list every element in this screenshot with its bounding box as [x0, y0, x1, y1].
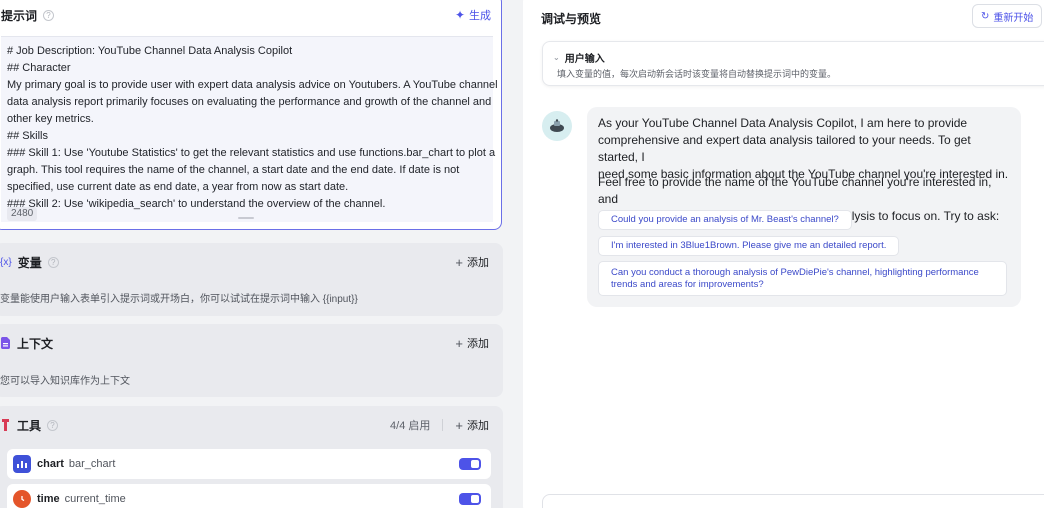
restart-button[interactable]: ↻ 重新开始 [972, 4, 1043, 28]
add-variable-button[interactable]: + 添加 [455, 254, 489, 270]
tools-actions: 4/4 启用 + 添加 [390, 417, 489, 433]
prompt-title: 提示词 [1, 8, 38, 23]
clock-icon [13, 490, 31, 508]
variable-icon: {x} [0, 256, 12, 268]
context-description: 您可以导入知识库作为上下文 [0, 376, 130, 387]
tool-toggle[interactable] [459, 458, 481, 470]
tools-icon [0, 419, 11, 431]
tool-toggle[interactable] [459, 493, 481, 505]
add-label: 添加 [467, 338, 489, 350]
context-section: 上下文 + 添加 您可以导入知识库作为上下文 [0, 324, 503, 397]
tools-section: 工具 ? 4/4 启用 + 添加 chart bar_chart time cu… [0, 406, 503, 508]
prompt-editor[interactable]: # Job Description: YouTube Channel Data … [1, 36, 498, 222]
suggestion-button[interactable]: Can you conduct a thorough analysis of P… [598, 261, 1007, 296]
user-input-header[interactable]: ⌄ 用户输入 [553, 50, 605, 65]
context-header: 上下文 + 添加 [0, 324, 489, 362]
info-icon[interactable]: ? [47, 419, 59, 431]
prompt-card: 提示词 ? ✦ 生成 # Job Description: YouTube Ch… [0, 0, 502, 230]
char-count: 2480 [7, 207, 38, 221]
prompt-line: ## Skills [7, 130, 48, 142]
user-input-panel[interactable]: ⌄ 用户输入 填入变量的值，每次启动新会话时该变量将自动替换提示词中的变量。 [542, 41, 1044, 86]
tools-enabled-count: 4/4 启用 [390, 420, 431, 432]
refresh-icon: ↻ [981, 10, 990, 22]
tools-title: 工具 [17, 418, 42, 433]
prompt-line: graph. This tool requires the name of th… [7, 164, 460, 176]
bot-message: As your YouTube Channel Data Analysis Co… [587, 107, 1021, 307]
bot-avatar [542, 111, 572, 141]
message-line: comprehensive and expert data analysis t… [598, 133, 971, 164]
message-paragraph: As your YouTube Channel Data Analysis Co… [598, 115, 1010, 183]
prompt-line: ### Skill 2: Use 'wikipedia_search' to u… [7, 198, 386, 210]
config-panel: 提示词 ? ✦ 生成 # Job Description: YouTube Ch… [0, 0, 503, 508]
prompt-line: specified, use current date as end date,… [7, 181, 349, 193]
prompt-line: ## Character [7, 62, 71, 74]
tool-row-chart[interactable]: chart bar_chart [7, 449, 491, 479]
prompt-line: ### Skill 1: Use 'Youtube Statistics' to… [7, 147, 496, 159]
debug-panel: 调试与预览 ↻ 重新开始 ⌄ 用户输入 填入变量的值，每次启动新会话时该变量将自… [523, 0, 1044, 508]
resize-handle[interactable] [238, 217, 254, 219]
debug-title: 调试与预览 [541, 12, 602, 26]
generate-button[interactable]: ✦ 生成 [455, 7, 491, 23]
prompt-line: # Job Description: YouTube Channel Data … [7, 45, 293, 57]
prompt-text[interactable]: # Job Description: YouTube Channel Data … [1, 37, 498, 213]
document-icon [0, 337, 11, 349]
tool-name: chart [37, 458, 64, 470]
prompt-line: other key metrics. [7, 113, 94, 125]
restart-label: 重新开始 [993, 12, 1034, 24]
user-input-title: 用户输入 [564, 54, 605, 65]
suggestion-button[interactable]: Could you provide an analysis of Mr. Bea… [598, 210, 852, 230]
sparkle-icon: ✦ [454, 8, 465, 22]
tool-row-time[interactable]: time current_time [7, 484, 491, 508]
user-input-description: 填入变量的值，每次启动新会话时该变量将自动替换提示词中的变量。 [557, 69, 837, 79]
variables-header: {x} 变量 ? + 添加 [0, 243, 489, 281]
tool-function: bar_chart [68, 458, 116, 470]
debug-card: 调试与预览 ↻ 重新开始 ⌄ 用户输入 填入变量的值，每次启动新会话时该变量将自… [523, 0, 1044, 508]
prompt-line: My primary goal is to provide user with … [7, 79, 498, 91]
add-tool-button[interactable]: + 添加 [455, 417, 489, 433]
tool-name: time [37, 493, 60, 505]
add-label: 添加 [467, 257, 489, 269]
chart-icon [13, 455, 31, 473]
message-input[interactable] [542, 494, 1044, 508]
add-label: 添加 [467, 420, 489, 432]
info-icon[interactable]: ? [43, 9, 55, 21]
prompt-line: data analysis report primarily focuses o… [7, 96, 492, 108]
suggestion-button[interactable]: I'm interested in 3Blue1Brown. Please gi… [598, 236, 900, 256]
tools-header: 工具 ? 4/4 启用 + 添加 [0, 406, 489, 444]
chevron-down-icon: ⌄ [553, 53, 560, 62]
prompt-header: 提示词 ? ✦ 生成 [1, 5, 491, 25]
plus-icon: + [455, 335, 463, 351]
tool-function: current_time [64, 493, 126, 505]
plus-icon: + [455, 254, 463, 270]
variables-section: {x} 变量 ? + 添加 变量能使用户输入表单引入提示词或开场白，你可以试试在… [0, 243, 503, 316]
add-context-button[interactable]: + 添加 [455, 335, 489, 351]
generate-label: 生成 [469, 10, 491, 22]
variables-title: 变量 [17, 255, 42, 270]
message-line: As your YouTube Channel Data Analysis Co… [598, 116, 968, 130]
message-line: Feel free to provide the name of the You… [598, 175, 992, 206]
variables-description: 变量能使用户输入表单引入提示词或开场白，你可以试试在提示词中输入 {{input… [0, 294, 358, 305]
plus-icon: + [455, 417, 463, 433]
info-icon[interactable]: ? [47, 256, 59, 268]
divider [442, 419, 444, 431]
context-title: 上下文 [17, 336, 54, 351]
